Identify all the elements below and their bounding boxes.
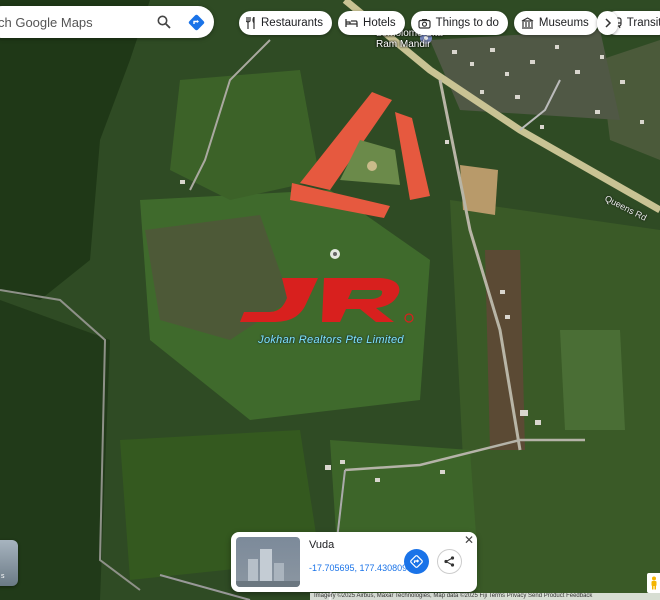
street-view-thumbnail[interactable]: s <box>0 540 18 586</box>
search-icon[interactable] <box>150 8 178 36</box>
chips-scroll-right-button[interactable] <box>597 11 618 35</box>
directions-button[interactable] <box>404 549 429 574</box>
place-info-card[interactable]: Vuda -17.705695, 177.430809 ✕ <box>231 532 477 592</box>
map-attribution-footer: Imagery ©2025 Airbus, Maxar Technologies… <box>310 593 660 600</box>
share-icon <box>444 556 455 567</box>
chip-museums[interactable]: Museums <box>513 11 598 35</box>
chevron-right-icon <box>604 18 611 28</box>
museum-icon <box>521 17 534 29</box>
chip-hotels[interactable]: Hotels <box>338 11 405 35</box>
crop-field <box>560 330 625 430</box>
directions-arrow-icon <box>410 555 423 568</box>
place-coordinates[interactable]: -17.705695, 177.430809 <box>309 563 407 573</box>
bed-icon <box>345 19 358 27</box>
share-button[interactable] <box>437 549 462 574</box>
brand-logo-space <box>236 270 426 334</box>
chip-label: Restaurants <box>261 17 324 29</box>
village-area-north <box>430 30 620 120</box>
chip-label: Transit <box>626 17 660 29</box>
place-label-line2: Ram Mandir <box>376 39 431 50</box>
place-photo-thumbnail[interactable] <box>236 537 300 587</box>
search-bar[interactable]: ch Google Maps <box>0 6 214 38</box>
search-input[interactable]: ch Google Maps <box>0 15 150 30</box>
close-icon[interactable]: ✕ <box>464 533 474 547</box>
brand-overlay: Jokhan Realtors Pte Limited <box>236 270 426 346</box>
directions-icon[interactable] <box>182 8 210 36</box>
street-view-thumb-label: s <box>1 573 5 580</box>
plowed-field <box>485 250 525 450</box>
buildings-image-icon <box>236 549 300 587</box>
map-marker-dot <box>333 252 337 256</box>
pegman-icon[interactable] <box>647 573 660 593</box>
camera-icon <box>418 18 431 29</box>
field-north <box>170 70 320 200</box>
chip-label: Things to do <box>435 17 499 29</box>
chip-things-to-do[interactable]: Things to do <box>410 11 508 35</box>
chip-label: Hotels <box>363 17 396 29</box>
fork-knife-icon <box>246 17 255 29</box>
farmland-east <box>450 200 660 600</box>
chip-label: Museums <box>538 17 589 29</box>
chip-restaurants[interactable]: Restaurants <box>239 11 333 35</box>
place-title: Vuda <box>309 539 335 551</box>
brand-tagline: Jokhan Realtors Pte Limited <box>258 334 404 346</box>
